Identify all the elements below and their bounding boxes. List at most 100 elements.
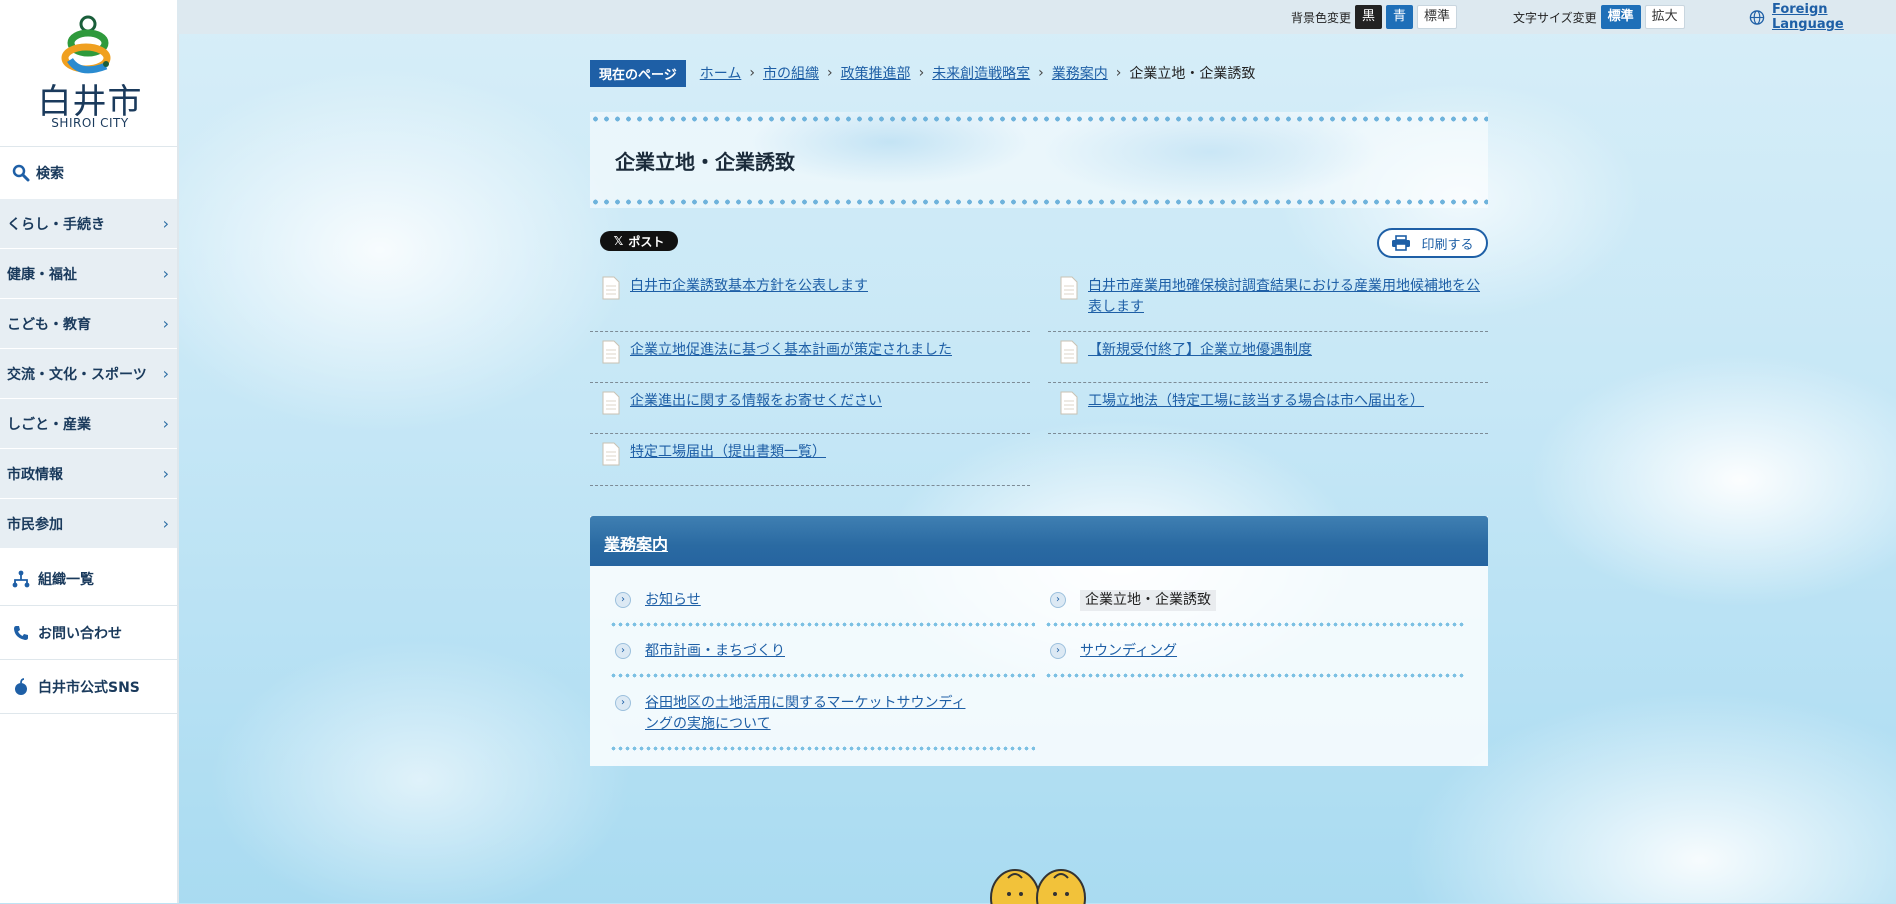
font-size-switcher: 文字サイズ変更 標準 拡大 xyxy=(1513,0,1685,34)
chevron-right-icon: › xyxy=(749,65,755,81)
chevron-right-icon: › xyxy=(162,414,169,433)
chevron-right-icon: › xyxy=(615,592,631,608)
font-size-label: 文字サイズ変更 xyxy=(1513,10,1597,25)
menu-item-label: くらし・手続き xyxy=(7,216,105,233)
menu-item-shisei[interactable]: 市政情報 › xyxy=(0,448,177,498)
document-icon xyxy=(602,442,620,466)
document-link[interactable]: 白井市産業用地確保検討調査結果における産業用地候補地を公表します xyxy=(1088,276,1488,331)
foreign-language-wrap: Foreign Language xyxy=(1749,2,1896,32)
list-item: 工場立地法（特定工場に該当する場合は市へ届出を） xyxy=(1048,383,1488,434)
document-icon xyxy=(602,340,620,364)
search-button[interactable]: 検索 xyxy=(0,147,177,198)
chevron-right-icon: › xyxy=(918,65,925,81)
bg-blue-button[interactable]: 青 xyxy=(1386,5,1414,29)
chevron-right-icon: › xyxy=(1115,65,1122,81)
chevron-right-icon: › xyxy=(162,464,169,483)
menu-item-kurashi[interactable]: くらし・手続き › xyxy=(0,198,177,248)
chevron-right-icon: › xyxy=(1050,643,1066,659)
dotted-divider xyxy=(1045,622,1465,627)
mascot-illustration xyxy=(990,869,1086,904)
sidebar: 白井市 SHIROI CITY 検索 くらし・手続き › 健康・福祉 › こども・教… xyxy=(0,0,179,903)
menu-item-label: 交流・文化・スポーツ xyxy=(7,366,147,383)
section-link[interactable]: お知らせ xyxy=(645,590,701,611)
document-link[interactable]: 白井市企業誘致基本方針を公表します xyxy=(630,276,868,331)
main-menu: くらし・手続き › 健康・福祉 › こども・教育 › 交流・文化・スポーツ › しごと・… xyxy=(0,198,177,548)
logo-mark-icon xyxy=(61,15,111,74)
font-large-button[interactable]: 拡大 xyxy=(1644,5,1685,29)
x-post-button[interactable]: 𝕏 ポスト xyxy=(600,231,678,251)
list-item: 企業立地促進法に基づく基本計画が策定されました xyxy=(590,332,1030,383)
document-icon xyxy=(602,276,620,300)
document-link[interactable]: 【新規受付終了】企業立地優遇制度 xyxy=(1088,340,1312,382)
bg-black-button[interactable]: 黒 xyxy=(1355,5,1383,29)
document-icon xyxy=(602,391,620,415)
breadcrumb-link-business[interactable]: 業務案内 xyxy=(1052,63,1108,83)
side-link-organization[interactable]: 組織一覧 xyxy=(0,552,177,606)
list-item: › 企業立地・企業誘致 xyxy=(1050,580,1470,611)
list-item: 【新規受付終了】企業立地優遇制度 xyxy=(1048,332,1488,383)
document-link[interactable]: 企業立地促進法に基づく基本計画が策定されました xyxy=(630,340,952,382)
business-guide-section: 業務案内 › お知らせ › 企業立地・企業誘致 › 都市計画・まちづくり › サ… xyxy=(590,516,1488,766)
list-item: › 都市計画・まちづくり xyxy=(615,631,1035,662)
city-logo[interactable]: 白井市 SHIROI CITY xyxy=(30,10,150,138)
page-title-box: 企業立地・企業誘致 xyxy=(590,112,1488,208)
font-standard-button[interactable]: 標準 xyxy=(1600,5,1641,29)
dotted-divider xyxy=(610,622,1035,627)
x-logo-icon: 𝕏 xyxy=(613,234,624,248)
menu-item-label: 健康・福祉 xyxy=(7,266,77,283)
list-item: › サウンディング xyxy=(1050,631,1470,662)
section-link[interactable]: 都市計画・まちづくり xyxy=(645,641,785,662)
side-link-label: 白井市公式SNS xyxy=(38,679,140,696)
menu-item-label: 市民参加 xyxy=(7,516,63,533)
breadcrumb-link-strategy[interactable]: 未来創造戦略室 xyxy=(932,63,1030,83)
print-button[interactable]: 印刷する xyxy=(1377,228,1488,258)
menu-item-label: 市政情報 xyxy=(7,466,63,483)
breadcrumb: 現在のページ ホーム › 市の組織 › 政策推進部 › 未来創造戦略室 › 業務案内 › … xyxy=(590,59,1255,87)
chevron-right-icon: › xyxy=(162,264,169,283)
dotted-divider xyxy=(1045,673,1465,678)
menu-item-shigoto[interactable]: しごと・産業 › xyxy=(0,398,177,448)
breadcrumb-link-home[interactable]: ホーム xyxy=(700,63,742,83)
menu-item-kenko[interactable]: 健康・福祉 › xyxy=(0,248,177,298)
breadcrumb-link-organization[interactable]: 市の組織 xyxy=(763,63,819,83)
side-link-label: お問い合わせ xyxy=(38,625,122,642)
search-icon xyxy=(12,164,30,181)
chevron-right-icon: › xyxy=(1038,65,1044,81)
print-label: 印刷する xyxy=(1421,237,1474,253)
section-title-link[interactable]: 業務案内 xyxy=(604,531,668,555)
phone-icon xyxy=(14,625,28,640)
chevron-right-icon: › xyxy=(162,514,169,533)
document-link[interactable]: 特定工場届出（提出書類一覧） xyxy=(630,442,826,485)
x-post-label: ポスト xyxy=(628,234,665,249)
menu-item-koryu[interactable]: 交流・文化・スポーツ › xyxy=(0,348,177,398)
side-link-label: 組織一覧 xyxy=(38,571,94,588)
document-icon xyxy=(1060,276,1078,300)
document-link[interactable]: 工場立地法（特定工場に該当する場合は市へ届出を） xyxy=(1088,391,1424,433)
side-link-contact[interactable]: お問い合わせ xyxy=(0,606,177,660)
list-item: 白井市産業用地確保検討調査結果における産業用地候補地を公表します xyxy=(1048,268,1488,332)
pear-icon xyxy=(15,677,27,695)
section-link[interactable]: サウンディング xyxy=(1080,641,1177,662)
document-icon xyxy=(1060,340,1078,364)
bg-standard-button[interactable]: 標準 xyxy=(1417,5,1458,29)
breadcrumb-label: 現在のページ xyxy=(590,59,686,87)
chevron-right-icon: › xyxy=(826,65,833,81)
bg-color-switcher: 背景色変更 黒 青 標準 xyxy=(1291,0,1458,34)
list-item: 特定工場届出（提出書類一覧） xyxy=(590,434,1030,486)
menu-item-kodomo[interactable]: こども・教育 › xyxy=(0,298,177,348)
dotted-divider xyxy=(610,746,1035,751)
page-title: 企業立地・企業誘致 xyxy=(615,150,795,174)
list-item: 企業進出に関する情報をお寄せください xyxy=(590,383,1030,434)
document-link[interactable]: 企業進出に関する情報をお寄せください xyxy=(630,391,882,433)
section-link[interactable]: 谷田地区の土地活用に関するマーケットサウンディングの実施について xyxy=(645,693,975,735)
list-item: › お知らせ xyxy=(615,580,1035,611)
chevron-right-icon: › xyxy=(162,314,169,333)
top-bar: 背景色変更 黒 青 標準 文字サイズ変更 標準 拡大 Foreign Langu… xyxy=(177,0,1896,34)
list-item: 白井市企業誘致基本方針を公表します xyxy=(590,268,1030,332)
side-link-sns[interactable]: 白井市公式SNS xyxy=(0,660,177,714)
menu-item-shimin[interactable]: 市民参加 › xyxy=(0,498,177,548)
side-links: 組織一覧 お問い合わせ 白井市公式SNS xyxy=(0,552,177,714)
list-item: › 谷田地区の土地活用に関するマーケットサウンディングの実施について xyxy=(615,683,975,735)
foreign-language-link[interactable]: Foreign Language xyxy=(1749,0,1896,34)
breadcrumb-link-policy[interactable]: 政策推進部 xyxy=(841,63,911,83)
